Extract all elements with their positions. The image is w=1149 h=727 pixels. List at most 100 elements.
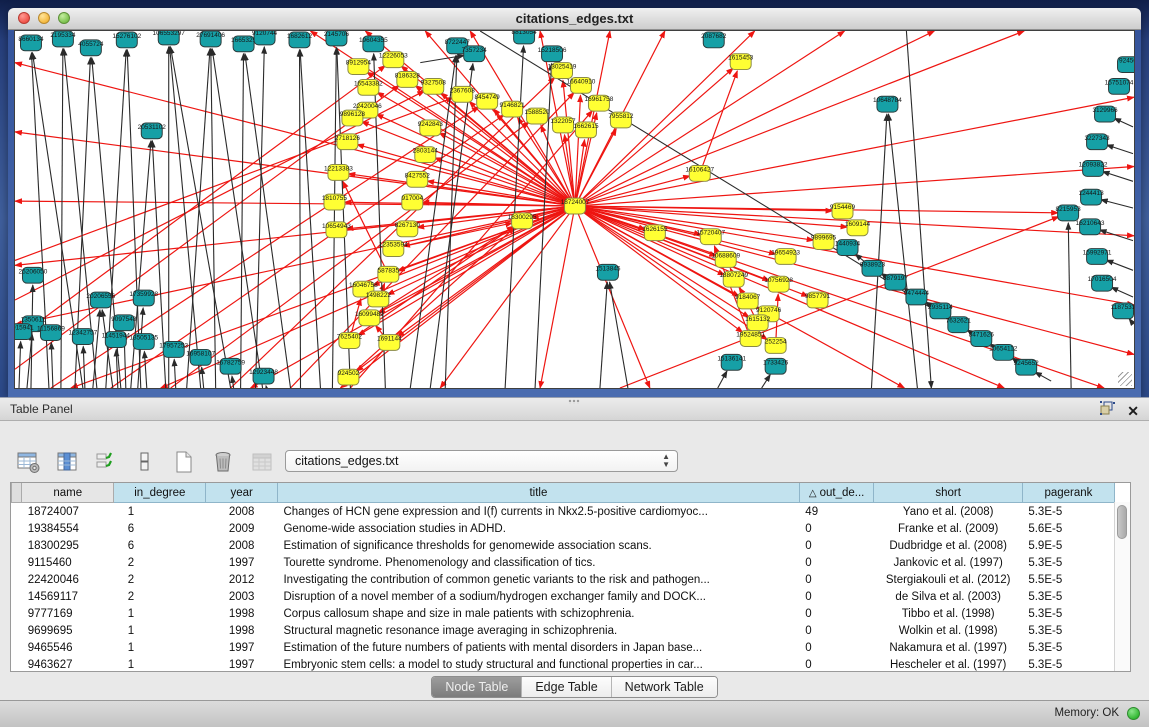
network-edge[interactable] (600, 282, 607, 388)
column-header-title[interactable]: title (277, 483, 799, 503)
network-edge[interactable] (93, 310, 100, 388)
network-edge[interactable] (300, 50, 320, 388)
tab-edge-table[interactable]: Edge Table (522, 677, 611, 697)
node-label: 16958107 (186, 350, 215, 357)
network-edge[interactable] (762, 375, 771, 388)
network-edge[interactable] (241, 54, 244, 388)
network-edge[interactable] (144, 351, 146, 388)
column-header-in-degree[interactable]: in_degree (114, 483, 206, 503)
column-visibility-button[interactable] (53, 448, 81, 476)
node-label: 25206050 (19, 268, 48, 275)
network-edge[interactable] (256, 47, 265, 388)
table-settings-button[interactable] (14, 448, 42, 476)
node-label: 12342757 (68, 330, 97, 337)
network-edge[interactable] (540, 206, 575, 388)
network-edge[interactable] (332, 48, 336, 388)
network-canvas[interactable]: 1872400718300295891295412226053165433828… (14, 30, 1135, 389)
network-edge[interactable] (202, 367, 204, 388)
node-label: 1244413 (1078, 190, 1104, 197)
column-header-short[interactable]: short (874, 483, 1022, 503)
network-edge[interactable] (300, 50, 301, 388)
node-label: 8813054 (512, 31, 538, 36)
table-row[interactable]: 1456911722003Disruption of a novel membe… (12, 588, 1115, 605)
memory-status-label: Memory: OK (1054, 707, 1119, 719)
network-edge[interactable] (420, 55, 464, 62)
table-vertical-scrollbar[interactable] (1114, 502, 1130, 671)
new-table-button[interactable] (170, 448, 198, 476)
network-edge[interactable] (1107, 145, 1133, 154)
row-stub-cell (12, 622, 22, 639)
column-header-name[interactable]: name (22, 483, 114, 503)
node-label: 19604355 (359, 37, 388, 44)
network-edge[interactable] (1103, 172, 1133, 182)
node-label: 16782759 (216, 359, 245, 366)
network-edge[interactable] (575, 206, 1004, 388)
table-row[interactable]: 1830029562008Estimation of significance … (12, 537, 1115, 554)
network-edge[interactable] (718, 371, 727, 388)
import-table-button[interactable] (248, 448, 276, 476)
network-edge[interactable] (610, 282, 628, 388)
tab-node-table[interactable]: Node Table (432, 677, 522, 697)
table-row[interactable]: 1938455462009Genome-wide association stu… (12, 520, 1115, 537)
network-edge[interactable] (174, 359, 175, 388)
network-edge[interactable] (1111, 287, 1133, 297)
close-window-button[interactable] (18, 12, 30, 24)
network-edge[interactable] (357, 144, 575, 206)
network-edge[interactable] (362, 122, 575, 206)
table-row[interactable]: 946362711997Embryonic stem cells: a mode… (12, 656, 1115, 672)
select-all-button[interactable] (92, 448, 120, 476)
network-edge[interactable] (888, 114, 917, 388)
row-stub-cell (12, 639, 22, 656)
network-edge[interactable] (187, 49, 210, 388)
node-label: 1691144 (377, 336, 402, 343)
node-label: 8427552 (405, 172, 431, 179)
row-height-button[interactable] (131, 448, 159, 476)
network-edge[interactable] (1114, 118, 1133, 127)
float-panel-icon[interactable] (1100, 401, 1115, 421)
table-row[interactable]: 977716911998Corpus callosum shape and si… (12, 605, 1115, 622)
network-edge[interactable] (1101, 200, 1133, 208)
column-header-year[interactable]: year (206, 483, 278, 503)
network-edge[interactable] (906, 31, 931, 388)
tab-network-table[interactable]: Network Table (612, 677, 717, 697)
scrollbar-thumb[interactable] (1117, 505, 1127, 539)
row-stub-cell (12, 571, 22, 588)
cell-title: Changes of HCN gene expression and I(f) … (277, 503, 799, 521)
network-edge[interactable] (700, 71, 738, 173)
network-edge[interactable] (266, 386, 267, 388)
column-header-out-de-[interactable]: △out_de... (799, 483, 874, 503)
network-edge[interactable] (871, 114, 886, 388)
table-selector[interactable]: citations_edges.txt ▲▼ (285, 450, 678, 472)
node-label: 10648784 (873, 97, 902, 104)
cell-out-de-: 0 (799, 639, 874, 656)
table-row[interactable]: 969969511998Structural magnetic resonanc… (12, 622, 1115, 639)
table-row[interactable]: 1872400712008Changes of HCN gene express… (12, 503, 1115, 521)
network-edge[interactable] (131, 141, 151, 388)
network-edge[interactable] (575, 166, 1134, 206)
network-view[interactable]: 1872400718300295891295412226053165433828… (15, 31, 1134, 388)
network-edge[interactable] (575, 31, 1024, 206)
network-edge[interactable] (1068, 223, 1071, 388)
node-label: 12213383 (324, 165, 353, 172)
network-edge[interactable] (245, 54, 291, 388)
node-label: 9184067 (735, 294, 761, 301)
table-row[interactable]: 2242004622012Investigating the contribut… (12, 571, 1115, 588)
column-header-pagerank[interactable]: pagerank (1022, 483, 1114, 503)
network-window-titlebar[interactable]: citations_edges.txt (8, 8, 1141, 30)
network-edge[interactable] (51, 343, 53, 388)
close-panel-icon[interactable]: ✕ (1127, 403, 1139, 419)
cell-pagerank: 5.9E-5 (1022, 537, 1114, 554)
table-row[interactable]: 946554611997Estimation of the future num… (12, 639, 1115, 656)
delete-table-button[interactable] (209, 448, 237, 476)
table-row[interactable]: 911546021997Tourette syndrome. Phenomeno… (12, 554, 1115, 571)
cell-out-de-: 49 (799, 503, 874, 521)
network-edge[interactable] (1129, 319, 1133, 324)
canvas-resize-grip[interactable] (1118, 372, 1132, 386)
node-label: 2367608 (450, 87, 476, 94)
split-divider-handle[interactable] (568, 399, 580, 404)
zoom-window-button[interactable] (58, 12, 70, 24)
network-edge[interactable] (1035, 372, 1051, 381)
minimize-window-button[interactable] (38, 12, 50, 24)
cell-short: Franke et al. (2009) (874, 520, 1022, 537)
network-edge[interactable] (1106, 260, 1133, 270)
